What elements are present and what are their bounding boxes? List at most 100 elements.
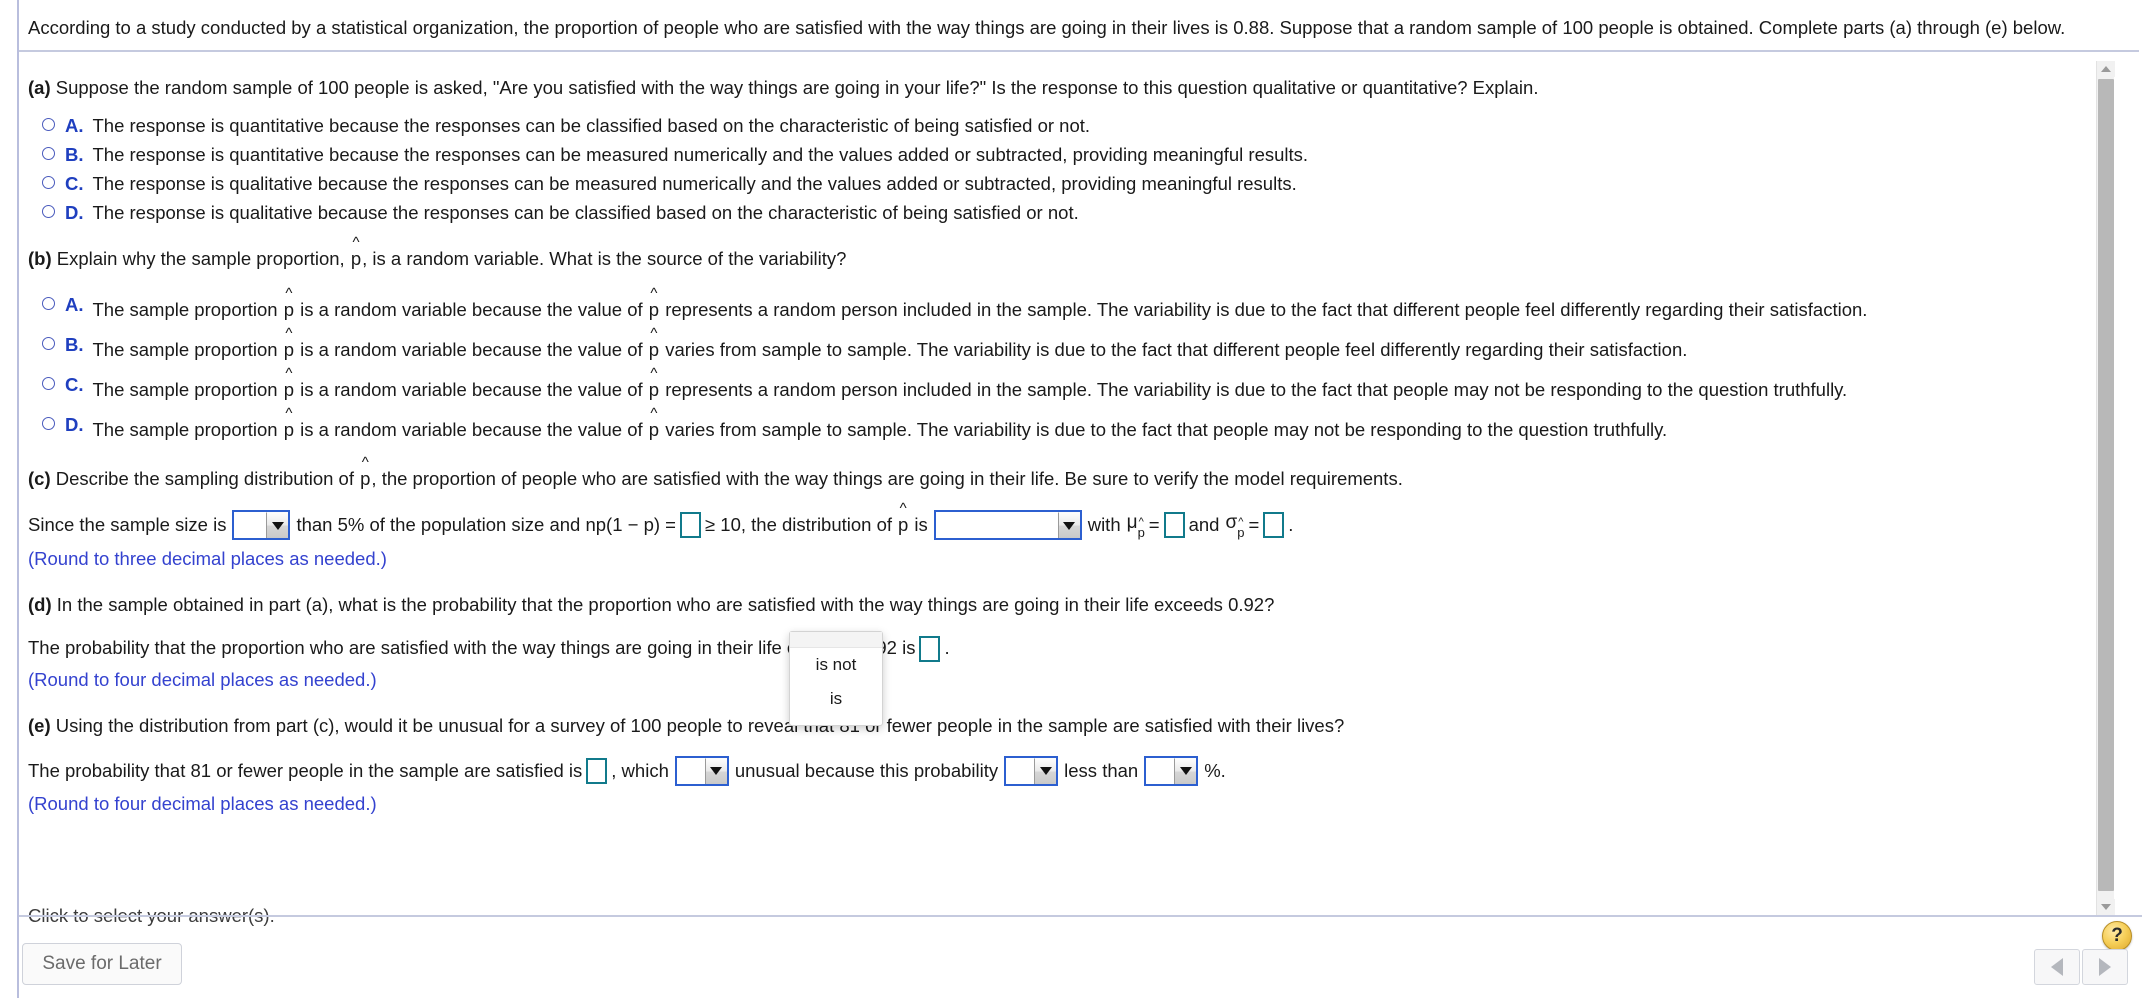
part-c-text-6: and [1188, 514, 1220, 536]
arrow-left-icon [2051, 958, 2063, 976]
part-e-text-4: less than [1064, 759, 1139, 781]
previous-button[interactable] [2034, 949, 2080, 985]
vertical-scrollbar[interactable] [2096, 61, 2115, 915]
choice-text: The response is qualitative because the … [92, 173, 1297, 195]
part-a-choices: A. The response is quantitative because … [28, 112, 2082, 227]
choice-b-a[interactable]: A. The sample proportion p is a random v… [28, 287, 2082, 323]
part-e-text-5: %. [1204, 759, 1226, 781]
p-hat-symbol: p [648, 418, 660, 442]
part-c-label: (c) [28, 468, 51, 490]
part-d-answer-text: The probability that the proportion who … [28, 637, 916, 659]
dropdown-value [676, 757, 705, 784]
equals-1: = [1148, 514, 1160, 536]
radio-icon[interactable] [42, 377, 55, 391]
part-e-text-2: , which [611, 759, 669, 781]
dropdown-comparison[interactable] [1004, 755, 1059, 786]
open-dropdown-menu[interactable]: is not is [789, 631, 883, 726]
radio-icon[interactable] [42, 337, 55, 351]
radio-icon[interactable] [42, 297, 55, 311]
choice-a-c[interactable]: C. The response is qualitative because t… [28, 170, 2082, 198]
scroll-down-arrow-icon[interactable] [2097, 899, 2115, 915]
part-c-text-5: with [1087, 514, 1121, 536]
choice-text: The response is quantitative because the… [92, 144, 1309, 166]
part-c-prompt: (c) Describe the sampling distribution o… [28, 461, 2082, 493]
menu-item-is-not[interactable]: is not [790, 648, 882, 682]
p-hat-symbol: p [648, 378, 660, 402]
choice-b-c[interactable]: C. The sample proportion p is a random v… [28, 367, 2082, 403]
part-d: (d) In the sample obtained in part (a), … [28, 587, 2082, 693]
p-hat-symbol: p [283, 298, 295, 322]
sigma-p-hat-symbol: σ ^ p [1225, 511, 1245, 540]
choice-letter: A. [65, 294, 84, 316]
footer-divider [19, 915, 2142, 917]
radio-icon[interactable] [42, 118, 55, 132]
p-hat-symbol: p [283, 338, 295, 362]
part-e-rounding-note: (Round to four decimal places as needed.… [28, 792, 377, 814]
choice-text: The sample proportion p is a random vari… [93, 298, 2083, 322]
p-hat-symbol: p [283, 418, 295, 442]
dropdown-value [1006, 757, 1035, 784]
part-c-answer-row: Since the sample size is than 5% of the … [28, 494, 2082, 544]
part-b-choices: A. The sample proportion p is a random v… [28, 287, 2082, 443]
period-c: . [1288, 514, 1294, 536]
p-hat-symbol: p [648, 298, 660, 322]
part-c-text-3: ≥ 10, the distribution of [704, 514, 893, 536]
choice-a-d[interactable]: D. The response is qualitative because t… [28, 199, 2082, 227]
chevron-down-icon[interactable] [704, 757, 727, 784]
scrollbar-thumb[interactable] [2098, 79, 2114, 891]
entry-probability-e[interactable] [586, 757, 608, 784]
part-d-period: . [944, 637, 950, 659]
part-b-prompt-post: , is a random variable. What is the sour… [362, 248, 847, 270]
help-icon[interactable]: ? [2102, 921, 2132, 951]
question-scroll-area[interactable]: (a) Suppose the random sample of 100 peo… [19, 60, 2082, 915]
part-c-prompt-pre: Describe the sampling distribution of [55, 468, 360, 490]
save-for-later-button[interactable]: Save for Later [22, 943, 182, 985]
next-button[interactable] [2082, 949, 2128, 985]
part-c-rounding-note: (Round to three decimal places as needed… [28, 548, 387, 570]
dropdown-distribution-shape[interactable] [933, 510, 1082, 541]
choice-text: The sample proportion p is a random vari… [93, 338, 2083, 362]
chevron-down-icon[interactable] [1057, 512, 1080, 539]
choice-letter: B. [65, 144, 84, 166]
entry-probability-d[interactable] [919, 635, 941, 662]
chevron-down-icon[interactable] [1034, 757, 1057, 784]
dropdown-value [1146, 757, 1175, 784]
menu-blank-option[interactable] [790, 632, 882, 648]
radio-icon[interactable] [42, 147, 55, 161]
part-c-prompt-post: , the proportion of people who are satis… [371, 468, 1403, 490]
dropdown-percent-threshold[interactable] [1144, 755, 1199, 786]
p-hat-symbol: p [359, 467, 371, 491]
choice-text: The response is quantitative because the… [92, 115, 1091, 137]
p-hat-symbol: p [283, 378, 295, 402]
entry-np-value[interactable] [679, 512, 701, 539]
part-a-prompt: (a) Suppose the random sample of 100 peo… [28, 70, 2082, 102]
chevron-down-icon[interactable] [266, 512, 289, 539]
part-e-label: (e) [28, 714, 51, 736]
part-d-answer-row: The probability that the proportion who … [28, 620, 2082, 664]
choice-b-b[interactable]: B. The sample proportion p is a random v… [28, 327, 2082, 363]
dropdown-value [234, 512, 267, 539]
part-c: (c) Describe the sampling distribution o… [28, 461, 2082, 573]
menu-item-is[interactable]: is [790, 682, 882, 716]
part-a-prompt-text: Suppose the random sample of 100 people … [55, 77, 1539, 98]
radio-icon[interactable] [42, 417, 55, 431]
choice-b-d[interactable]: D. The sample proportion p is a random v… [28, 407, 2082, 443]
chevron-down-icon[interactable] [1174, 757, 1197, 784]
part-e-text-1: The probability that 81 or fewer people … [28, 759, 583, 781]
entry-sigma-value[interactable] [1263, 512, 1285, 539]
radio-icon[interactable] [42, 176, 55, 190]
choice-a-a[interactable]: A. The response is quantitative because … [28, 112, 2082, 140]
dropdown-sample-size-compare[interactable] [232, 510, 291, 541]
choice-letter: D. [65, 414, 84, 436]
scroll-up-arrow-icon[interactable] [2097, 61, 2115, 77]
part-c-text-2: than 5% of the population size and np(1 … [296, 514, 676, 536]
problem-statement: According to a study conducted by a stat… [19, 3, 2139, 53]
entry-mu-value[interactable] [1163, 512, 1185, 539]
choice-text: The response is qualitative because the … [92, 202, 1079, 224]
choice-a-b[interactable]: B. The response is quantitative because … [28, 141, 2082, 169]
radio-icon[interactable] [42, 205, 55, 219]
dropdown-is-unusual[interactable] [674, 755, 729, 786]
part-c-text-1: Since the sample size is [28, 514, 227, 536]
choice-letter: C. [65, 374, 84, 396]
p-hat-symbol: p [350, 247, 362, 271]
